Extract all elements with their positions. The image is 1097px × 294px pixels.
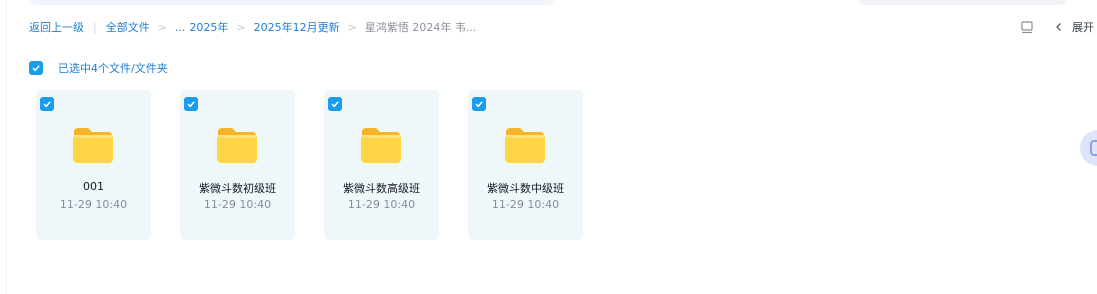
breadcrumb-ellipsis[interactable]: ... xyxy=(175,21,186,34)
floating-assistant-button[interactable] xyxy=(1080,130,1097,166)
search-bar-edge[interactable] xyxy=(30,0,554,5)
file-modified-time: 11-29 10:40 xyxy=(59,198,128,211)
file-name: 紫微斗数高级班 xyxy=(343,182,420,195)
folder-icon xyxy=(217,128,257,163)
expand-label: 展开 xyxy=(1072,21,1094,34)
list-view-icon[interactable] xyxy=(1020,20,1034,34)
breadcrumb-year[interactable]: 2025年 xyxy=(189,19,228,35)
checkmark-icon xyxy=(187,101,195,108)
file-card[interactable]: 001 11-29 10:40 xyxy=(36,90,151,240)
file-card[interactable]: 紫微斗数中级班 11-29 10:40 xyxy=(468,90,583,240)
selection-summary: 已选中4个文件/文件夹 xyxy=(29,60,168,76)
file-card[interactable]: 紫微斗数高级班 11-29 10:40 xyxy=(324,90,439,240)
chevron-left-icon xyxy=(1056,23,1061,31)
file-modified-time: 11-29 10:40 xyxy=(491,198,560,211)
breadcrumb: 返回上一级 | 全部文件 > ... 2025年 > 2025年12月更新 > … xyxy=(29,18,476,36)
breadcrumb-month[interactable]: 2025年12月更新 xyxy=(254,19,340,35)
file-checkbox[interactable] xyxy=(184,97,198,111)
breadcrumb-separator: > xyxy=(236,20,246,34)
breadcrumb-separator: > xyxy=(347,20,357,34)
checkmark-icon xyxy=(43,101,51,108)
folder-icon xyxy=(73,128,113,163)
content-left-border xyxy=(6,0,7,294)
select-all-checkbox[interactable] xyxy=(29,61,43,75)
file-card[interactable]: 紫微斗数初级班 11-29 10:40 xyxy=(180,90,295,240)
toolbar-right: 展开 xyxy=(1020,17,1097,37)
breadcrumb-divider: | xyxy=(93,20,97,34)
folder-icon xyxy=(505,128,545,163)
file-grid: 001 11-29 10:40 紫微斗数初级班 11-29 10:40 紫微斗数… xyxy=(36,90,583,240)
breadcrumb-back-link[interactable]: 返回上一级 xyxy=(29,19,84,35)
assistant-icon xyxy=(1090,140,1097,156)
checkmark-icon xyxy=(475,101,483,108)
checkmark-icon xyxy=(331,101,339,108)
folder-icon xyxy=(361,128,401,163)
file-modified-time: 11-29 10:40 xyxy=(203,198,272,211)
file-name: 紫微斗数初级班 xyxy=(199,182,276,195)
top-right-panel-edge xyxy=(858,0,1066,5)
breadcrumb-current-folder: 星鸿紫悟 2024年 韦... xyxy=(364,21,477,34)
file-name: 001 xyxy=(83,180,104,193)
file-checkbox[interactable] xyxy=(40,97,54,111)
file-modified-time: 11-29 10:40 xyxy=(347,198,416,211)
checkmark-icon xyxy=(32,65,40,72)
breadcrumb-all-files[interactable]: 全部文件 xyxy=(106,19,150,35)
file-checkbox[interactable] xyxy=(472,97,486,111)
file-name: 紫微斗数中级班 xyxy=(487,182,564,195)
selection-count-label: 已选中4个文件/文件夹 xyxy=(58,62,168,75)
expand-toggle[interactable]: 展开 xyxy=(1054,19,1097,35)
breadcrumb-separator: > xyxy=(157,20,167,34)
file-checkbox[interactable] xyxy=(328,97,342,111)
